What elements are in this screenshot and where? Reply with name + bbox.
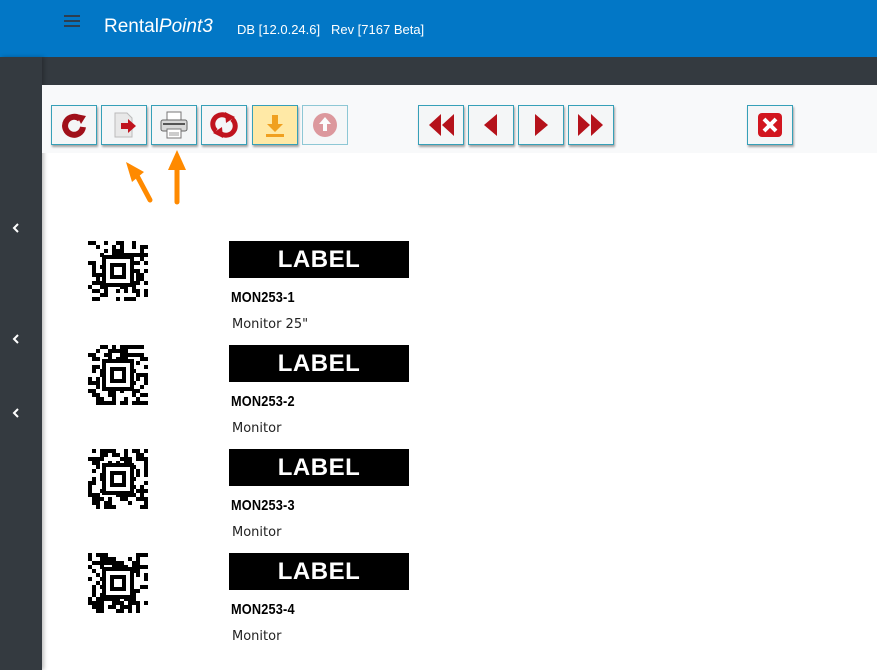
sync-icon	[210, 112, 238, 138]
prev-page-button[interactable]	[468, 105, 514, 145]
sub-header-bar	[42, 57, 877, 85]
download-button[interactable]	[252, 105, 298, 145]
label-banner: LABEL	[229, 553, 409, 590]
label-item: LABEL MON253-2 Monitor	[42, 345, 877, 449]
qr-code-image	[88, 241, 148, 301]
refresh-button[interactable]	[51, 105, 97, 145]
label-item: LABEL MON253-4 Monitor	[42, 553, 877, 657]
sidebar-header	[0, 0, 42, 57]
chevron-left-icon[interactable]	[9, 408, 23, 422]
qr-code-image	[88, 449, 148, 509]
top-bar: RentalPoint3 DB [12.0.24.6] Rev [7167 Be…	[0, 0, 877, 57]
close-button[interactable]	[747, 105, 793, 145]
label-banner: LABEL	[229, 241, 409, 278]
label-preview-area: LABEL MON253-1 Monitor 25" LABEL MON253-…	[42, 153, 877, 670]
upload-button[interactable]	[302, 105, 348, 145]
label-code: MON253-3	[231, 497, 295, 514]
refresh-icon	[62, 113, 86, 138]
label-description: Monitor	[232, 421, 282, 436]
double-chevron-right-icon	[578, 114, 603, 136]
export-button[interactable]	[101, 105, 147, 145]
label-banner: LABEL	[229, 449, 409, 486]
label-code: MON253-1	[231, 289, 295, 306]
upload-icon	[313, 113, 337, 137]
label-description: Monitor	[232, 525, 282, 540]
sync-button[interactable]	[201, 105, 247, 145]
next-page-button[interactable]	[518, 105, 564, 145]
export-icon	[114, 112, 136, 138]
app-title-italic: Point3	[158, 16, 213, 37]
hamburger-menu-icon[interactable]	[64, 15, 80, 29]
label-description: Monitor 25"	[232, 317, 309, 332]
last-page-button[interactable]	[568, 105, 614, 145]
qr-code-image	[88, 345, 148, 405]
printer-icon	[160, 111, 188, 139]
label-code: MON253-4	[231, 601, 295, 618]
first-page-button[interactable]	[418, 105, 464, 145]
double-chevron-left-icon	[429, 114, 454, 136]
app-title: RentalPoint3	[104, 16, 213, 38]
label-code: MON253-2	[231, 393, 295, 410]
chevron-left-icon[interactable]	[9, 334, 23, 348]
label-item: LABEL MON253-3 Monitor	[42, 449, 877, 553]
triangle-left-icon	[484, 114, 497, 136]
qr-code-image	[88, 553, 148, 613]
db-version-info: DB [12.0.24.6] Rev [7167 Beta]	[237, 22, 425, 37]
chevron-left-icon[interactable]	[9, 223, 23, 237]
download-icon	[266, 115, 284, 137]
label-description: Monitor	[232, 629, 282, 644]
label-item: LABEL MON253-1 Monitor 25"	[42, 241, 877, 345]
label-banner: LABEL	[229, 345, 409, 382]
sidebar	[0, 57, 42, 670]
app-title-plain: Rental	[104, 16, 159, 37]
triangle-right-icon	[535, 114, 548, 136]
close-icon	[758, 113, 782, 137]
print-button[interactable]	[151, 105, 197, 145]
